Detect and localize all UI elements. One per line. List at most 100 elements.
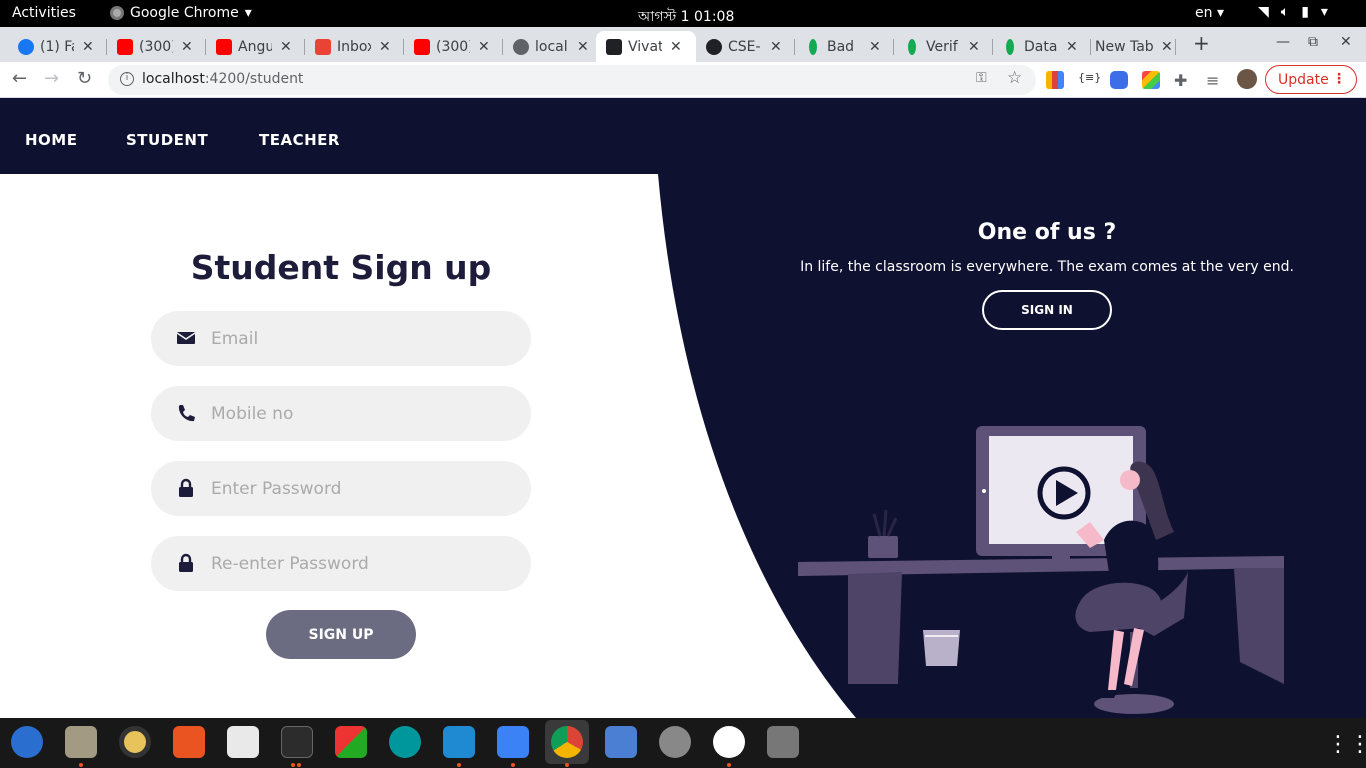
app-name: Google Chrome bbox=[130, 5, 239, 21]
close-tab-icon[interactable]: ✕ bbox=[1161, 39, 1173, 55]
volume-icon: 🔈︎ bbox=[1280, 4, 1290, 20]
media-control-icon[interactable]: ≡ bbox=[1206, 71, 1224, 90]
repassword-field[interactable] bbox=[151, 536, 531, 591]
tab-title: Vivat bbox=[628, 38, 662, 55]
close-tab-icon[interactable]: ✕ bbox=[670, 39, 682, 55]
reload-icon[interactable]: ↻ bbox=[77, 68, 92, 89]
new-tab-button[interactable]: + bbox=[1193, 31, 1210, 55]
files-icon[interactable] bbox=[65, 726, 97, 758]
document-scanner-icon[interactable] bbox=[227, 726, 259, 758]
youtube-icon bbox=[117, 38, 133, 55]
close-tab-icon[interactable]: ✕ bbox=[869, 39, 881, 55]
browser-tab[interactable]: local ✕ bbox=[503, 31, 602, 62]
back-arrow-icon[interactable]: ← bbox=[12, 68, 27, 89]
tab-title: (300) bbox=[139, 38, 173, 55]
mobile-input[interactable] bbox=[211, 396, 511, 431]
system-tray[interactable]: ◥ 🔈︎ ▮ ▾ bbox=[1258, 4, 1328, 20]
browser-tab[interactable]: Angu ✕ bbox=[206, 31, 305, 62]
site-navbar: HOME STUDENT TEACHER bbox=[0, 98, 1366, 174]
password-input[interactable] bbox=[211, 471, 511, 506]
clock[interactable]: আগস্ট 1 01:08 bbox=[638, 5, 734, 29]
extension-blue-icon[interactable] bbox=[1110, 71, 1128, 89]
nav-home[interactable]: HOME bbox=[25, 131, 77, 149]
key-icon[interactable]: ⚿ bbox=[976, 70, 987, 86]
browser-tab[interactable]: Bad ✕ bbox=[795, 31, 894, 62]
software-center-icon[interactable] bbox=[173, 726, 205, 758]
close-tab-icon[interactable]: ✕ bbox=[577, 39, 589, 55]
browser-tab[interactable]: New Tab ✕ bbox=[1084, 31, 1176, 62]
close-tab-icon[interactable]: ✕ bbox=[968, 39, 980, 55]
ubuntu-dock: ⋮⋮⋮ bbox=[0, 718, 1366, 768]
rhythmbox-icon[interactable] bbox=[119, 726, 151, 758]
activities-button[interactable]: Activities bbox=[12, 5, 76, 21]
envelope-icon bbox=[176, 332, 196, 344]
mobile-field[interactable] bbox=[151, 386, 531, 441]
minimize-icon[interactable]: — bbox=[1276, 34, 1290, 50]
omnibox[interactable]: i localhost:4200/student ⚿ ☆ bbox=[108, 65, 1036, 95]
disk-icon[interactable] bbox=[767, 726, 799, 758]
app-menu[interactable]: Google Chrome ▾ bbox=[110, 5, 252, 21]
show-applications-icon[interactable]: ⋮⋮⋮ bbox=[1327, 732, 1366, 757]
browser-tab[interactable]: Inbox ✕ bbox=[305, 31, 404, 62]
close-tab-icon[interactable]: ✕ bbox=[1066, 39, 1078, 55]
arduino-icon[interactable] bbox=[389, 726, 421, 758]
site-info-icon[interactable]: i bbox=[120, 72, 134, 86]
nav-student[interactable]: STUDENT bbox=[126, 131, 208, 149]
close-tab-icon[interactable]: ✕ bbox=[82, 39, 94, 55]
email-input[interactable] bbox=[211, 321, 511, 356]
close-tab-icon[interactable]: ✕ bbox=[770, 39, 782, 55]
globe-icon bbox=[513, 38, 529, 55]
wifi-icon: ◥ bbox=[1258, 4, 1269, 20]
close-tab-icon[interactable]: ✕ bbox=[379, 39, 391, 55]
browser-tab[interactable]: CSE- ✕ bbox=[696, 31, 795, 62]
browser-tab[interactable]: Data ✕ bbox=[992, 31, 1091, 62]
sign-in-button[interactable]: SIGN IN bbox=[982, 290, 1112, 330]
json-extension-icon[interactable]: {≡} bbox=[1078, 71, 1101, 89]
close-window-icon[interactable]: ✕ bbox=[1340, 34, 1352, 50]
browser-tab[interactable]: Verif ✕ bbox=[894, 31, 993, 62]
browser-tab[interactable]: (1) Fa ✕ bbox=[8, 31, 107, 62]
nav-teacher[interactable]: TEACHER bbox=[259, 131, 340, 149]
browser-tab[interactable]: Vivat ✕ bbox=[596, 31, 696, 62]
kebab-menu-icon: ⋮ bbox=[1332, 71, 1346, 87]
mongodb-leaf-icon bbox=[809, 38, 817, 55]
lock-icon bbox=[179, 478, 193, 497]
phone-icon bbox=[178, 405, 195, 422]
browser-tab[interactable]: (300) ✕ bbox=[404, 31, 503, 62]
bookmark-star-icon[interactable]: ☆ bbox=[1007, 68, 1022, 88]
extension-colorful-icon[interactable] bbox=[1046, 71, 1064, 89]
language-indicator[interactable]: en ▾ bbox=[1195, 5, 1224, 21]
forward-arrow-icon[interactable]: → bbox=[44, 68, 59, 89]
github-icon bbox=[706, 38, 722, 55]
url-host: localhost bbox=[142, 71, 205, 87]
url-path: :4200/student bbox=[204, 71, 304, 87]
tab-title: Inbox bbox=[337, 38, 371, 55]
update-button[interactable]: Update ⋮ bbox=[1265, 65, 1357, 94]
sign-up-button[interactable]: SIGN UP bbox=[266, 610, 416, 659]
text-editor-icon[interactable] bbox=[497, 726, 529, 758]
writer-icon[interactable] bbox=[605, 726, 637, 758]
thunderbird-icon[interactable] bbox=[11, 726, 43, 758]
system-top-bar: Activities Google Chrome ▾ আগস্ট 1 01:08… bbox=[0, 0, 1366, 27]
close-tab-icon[interactable]: ✕ bbox=[280, 39, 292, 55]
vscode-icon[interactable] bbox=[443, 726, 475, 758]
email-field[interactable] bbox=[151, 311, 531, 366]
color-palette-extension-icon[interactable] bbox=[1142, 71, 1160, 89]
battery-icon: ▮ bbox=[1301, 4, 1309, 20]
browser-tab[interactable]: (300) ✕ bbox=[107, 31, 206, 62]
puzzle-extensions-icon[interactable]: ✚ bbox=[1174, 71, 1192, 90]
caret-down-icon: ▾ bbox=[1320, 4, 1328, 20]
terminal-icon[interactable] bbox=[281, 726, 313, 758]
windows-app-icon[interactable] bbox=[335, 726, 367, 758]
restore-icon[interactable]: ⧉ bbox=[1308, 34, 1318, 50]
repassword-input[interactable] bbox=[211, 546, 511, 581]
password-field[interactable] bbox=[151, 461, 531, 516]
profile-avatar[interactable] bbox=[1237, 69, 1257, 89]
language-label: en bbox=[1195, 5, 1213, 21]
settings-icon[interactable] bbox=[659, 726, 691, 758]
tab-title: Bad bbox=[827, 38, 855, 55]
mongodb-compass-icon[interactable] bbox=[713, 726, 745, 758]
close-tab-icon[interactable]: ✕ bbox=[478, 39, 490, 55]
close-tab-icon[interactable]: ✕ bbox=[181, 39, 193, 55]
url-text[interactable]: localhost:4200/student bbox=[142, 71, 303, 87]
